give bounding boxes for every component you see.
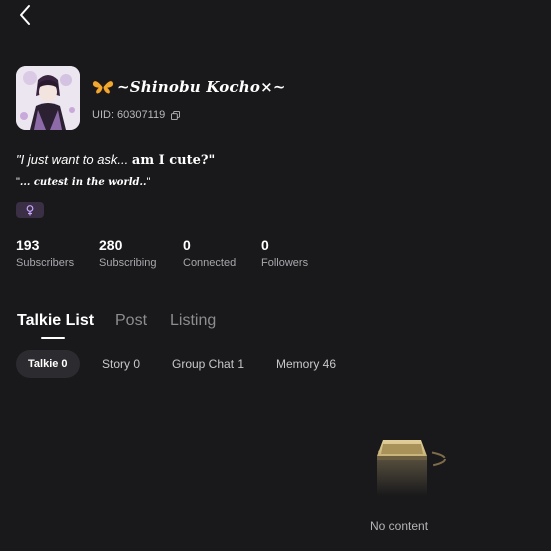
stat-value: 0 — [183, 237, 191, 253]
tab-active-indicator — [41, 337, 65, 339]
stat-label: Subscribers — [16, 257, 75, 269]
profile-name-row: ~Shinobu Kocho×~ — [92, 78, 286, 96]
stat-followers[interactable]: 0 Followers — [261, 237, 308, 269]
filter-chip-memory[interactable]: Memory 46 — [276, 350, 336, 378]
avatar-image — [16, 66, 80, 130]
tab-post[interactable]: Post — [115, 312, 147, 330]
stat-label: Subscribing — [99, 257, 157, 269]
filter-chip-group-chat[interactable]: Group Chat 1 — [172, 350, 244, 378]
stat-label: Followers — [261, 257, 309, 269]
stat-value: 193 — [16, 237, 40, 253]
profile-screen: ~Shinobu Kocho×~ UID: 60307119 "I just w… — [0, 0, 551, 551]
gender-badge — [16, 202, 44, 218]
chevron-left-icon — [20, 5, 30, 25]
empty-state-text: No content — [370, 519, 429, 533]
empty-box-icon — [360, 440, 446, 496]
stat-value: 280 — [99, 237, 123, 253]
filter-chip-talkie[interactable]: Talkie 0 — [16, 350, 80, 378]
stat-connected[interactable]: 0 Connected — [183, 237, 236, 269]
uid-row: UID: 60307119 — [92, 109, 181, 121]
avatar[interactable] — [16, 66, 80, 130]
tab-listing[interactable]: Listing — [170, 312, 216, 330]
stat-subscribing[interactable]: 280 Subscribing — [99, 237, 156, 269]
uid-label: UID: 60307119 — [92, 109, 166, 121]
filter-chip-story[interactable]: Story 0 — [102, 350, 140, 378]
bio-line-2: "... cutest in the world.." — [16, 176, 150, 188]
bio-quote-close: " — [146, 176, 151, 188]
bio-text-a: "I just want to ask... — [16, 152, 132, 167]
bio-fancy-text: ... cutest in the world.. — [19, 177, 147, 188]
profile-name: ~Shinobu Kocho×~ — [117, 78, 286, 96]
stat-label: Connected — [183, 257, 237, 269]
bio-text-b: am I cute?" — [131, 153, 216, 168]
tab-talkie-list[interactable]: Talkie List — [17, 312, 94, 330]
bio-line-1: "I just want to ask... am I cute?" — [16, 152, 215, 168]
stat-value: 0 — [261, 237, 269, 253]
copy-icon[interactable] — [171, 110, 181, 120]
stat-subscribers[interactable]: 193 Subscribers — [16, 237, 74, 269]
butterfly-icon — [92, 80, 114, 95]
female-icon — [26, 204, 34, 215]
back-button[interactable] — [14, 4, 36, 26]
